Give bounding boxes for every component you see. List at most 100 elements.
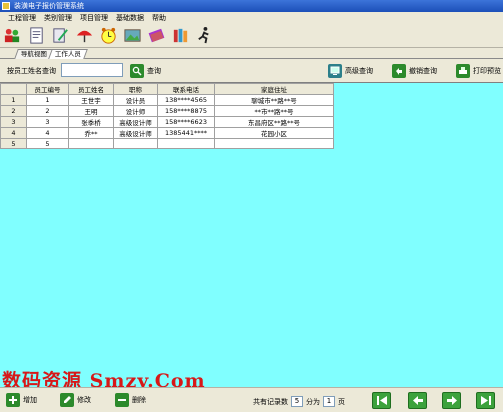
cell-name[interactable]: 王世宇 [68, 94, 114, 106]
cell-phone[interactable] [157, 138, 215, 149]
table-row[interactable]: 1 1 王世宇 设计员 138****4565 聊城市**路**号 [0, 94, 334, 106]
last-page-button[interactable] [476, 392, 495, 409]
toolbar [0, 24, 503, 48]
cell-address[interactable]: 聊城市**路**号 [214, 94, 334, 106]
exit-tool-button[interactable] [194, 25, 215, 46]
data-grid-area: 员工编号 员工姓名 职称 联系电话 家庭住址 1 1 王世宇 设计员 138**… [0, 82, 503, 387]
cell-title[interactable]: 设计师 [113, 105, 158, 117]
title-bar: 装潢电子报价管理系统 [0, 0, 503, 12]
cell-id[interactable]: 4 [26, 127, 69, 139]
cell-address[interactable]: **市**路**号 [214, 105, 334, 117]
col-header-phone[interactable]: 联系电话 [157, 83, 215, 95]
edit-tool-button[interactable] [50, 25, 71, 46]
cell-title[interactable]: 设计员 [113, 94, 158, 106]
advanced-query-label: 高级查询 [345, 67, 373, 75]
search-label: 按员工姓名查询 [7, 67, 56, 75]
search-bar: 按员工姓名查询 查询 高级查询 撤销查询 打印预览 [0, 59, 503, 82]
cell-id[interactable]: 3 [26, 116, 69, 128]
menu-category[interactable]: 类别管理 [40, 12, 76, 24]
cell-name[interactable]: 乔** [68, 127, 114, 139]
books-icon [173, 28, 188, 43]
umbrella-tool-button[interactable] [74, 25, 95, 46]
cell-title[interactable]: 高级设计师 [113, 116, 158, 128]
query-button[interactable]: 查询 [130, 63, 161, 79]
edit-icon [53, 28, 68, 43]
next-page-button[interactable] [442, 392, 461, 409]
menu-basic-data[interactable]: 基础数据 [112, 12, 148, 24]
edit-button-label: 修改 [77, 396, 91, 404]
books-tool-button[interactable] [170, 25, 191, 46]
cell-address[interactable] [214, 138, 334, 149]
cell-address[interactable]: 花园小区 [214, 127, 334, 139]
menu-project[interactable]: 工程管理 [4, 12, 40, 24]
advanced-query-button[interactable]: 高级查询 [328, 63, 373, 79]
printer-icon [456, 64, 470, 78]
col-header-name[interactable]: 员工姓名 [68, 83, 114, 95]
cell-name[interactable]: 张季桥 [68, 116, 114, 128]
tab-staff[interactable]: 工作人员 [48, 49, 88, 59]
row-header[interactable]: 1 [0, 94, 27, 106]
alarm-clock-icon [101, 27, 116, 44]
staff-table: 员工编号 员工姓名 职称 联系电话 家庭住址 1 1 王世宇 设计员 138**… [0, 83, 334, 149]
users-icon [4, 28, 20, 43]
cell-id[interactable]: 2 [26, 105, 69, 117]
row-header[interactable]: 2 [0, 105, 27, 117]
row-header[interactable]: 3 [0, 116, 27, 128]
cell-title[interactable] [113, 138, 158, 149]
arrow-left-icon [412, 396, 423, 405]
monitor-icon [328, 64, 342, 78]
add-button[interactable]: 增加 [6, 392, 37, 408]
row-selector-header [0, 83, 27, 95]
cell-id[interactable]: 5 [26, 138, 69, 149]
record-count: 共有记录数 5 分为 1 页 [253, 396, 345, 407]
col-header-address[interactable]: 家庭住址 [214, 83, 334, 95]
running-man-icon [198, 26, 209, 44]
book-icon [148, 28, 165, 43]
col-header-title[interactable]: 职称 [113, 83, 158, 95]
table-row[interactable]: 5 5 [0, 138, 334, 149]
cell-title[interactable]: 高级设计师 [113, 127, 158, 139]
col-header-id[interactable]: 员工编号 [26, 83, 69, 95]
menu-bar: 工程管理 类别管理 项目管理 基础数据 帮助 [0, 12, 503, 24]
edit-button[interactable]: 修改 [60, 392, 91, 408]
first-page-button[interactable] [372, 392, 391, 409]
last-page-icon [480, 396, 491, 405]
print-preview-button[interactable]: 打印预览 [456, 63, 501, 79]
delete-button[interactable]: 删除 [115, 392, 146, 408]
tab-strip: 导航视图 工作人员 [0, 48, 503, 59]
query-button-label: 查询 [147, 67, 161, 75]
picture-tool-button[interactable] [122, 25, 143, 46]
status-bar: 增加 修改 删除 共有记录数 5 分为 1 页 [0, 387, 503, 412]
plus-icon [6, 393, 20, 407]
cell-phone[interactable]: 158****6623 [157, 116, 215, 128]
users-tool-button[interactable] [2, 25, 23, 46]
row-header[interactable]: 5 [0, 138, 27, 149]
total-label: 共有记录数 [253, 397, 288, 406]
previous-page-button[interactable] [408, 392, 427, 409]
cell-phone[interactable]: 138****4565 [157, 94, 215, 106]
cell-address[interactable]: 东昌府区**路**号 [214, 116, 334, 128]
pages-label: 分为 [306, 397, 320, 406]
minus-icon [115, 393, 129, 407]
menu-help[interactable]: 帮助 [148, 12, 170, 24]
menu-item-manage[interactable]: 项目管理 [76, 12, 112, 24]
cancel-query-label: 撤销查询 [409, 67, 437, 75]
cell-name[interactable] [68, 138, 114, 149]
search-input[interactable] [61, 63, 123, 77]
clock-tool-button[interactable] [98, 25, 119, 46]
table-header-row: 员工编号 员工姓名 职称 联系电话 家庭住址 [0, 83, 334, 95]
table-row[interactable]: 4 4 乔** 高级设计师 1385441**** 花园小区 [0, 127, 334, 139]
table-row[interactable]: 2 2 王明 设计师 158****8875 **市**路**号 [0, 105, 334, 117]
document-tool-button[interactable] [26, 25, 47, 46]
total-count-box: 5 [291, 396, 303, 407]
book-tool-button[interactable] [146, 25, 167, 46]
cell-name[interactable]: 王明 [68, 105, 114, 117]
table-row[interactable]: 3 3 张季桥 高级设计师 158****6623 东昌府区**路**号 [0, 116, 334, 128]
cancel-query-button[interactable]: 撤销查询 [392, 63, 437, 79]
cell-phone[interactable]: 1385441**** [157, 127, 215, 139]
cell-phone[interactable]: 158****8875 [157, 105, 215, 117]
first-page-icon [376, 396, 387, 405]
document-icon [30, 27, 43, 44]
row-header[interactable]: 4 [0, 127, 27, 139]
cell-id[interactable]: 1 [26, 94, 69, 106]
